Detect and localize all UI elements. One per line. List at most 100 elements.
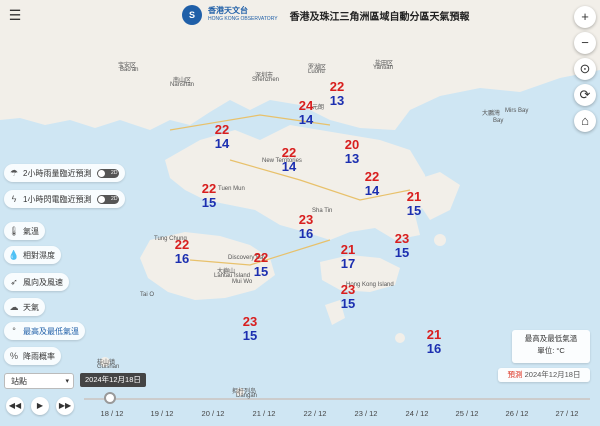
max-temp: 22 bbox=[364, 169, 380, 184]
timeline-tick[interactable]: 25 / 12 bbox=[447, 409, 487, 418]
fast-forward-button[interactable]: ▶▶ bbox=[56, 397, 74, 415]
station-marker[interactable]: 22 14 bbox=[207, 123, 237, 151]
station-marker[interactable]: 22 14 bbox=[274, 146, 304, 174]
sidebar-item-rain-nowcast[interactable]: ☂ 2小時雨量臨近預測 2D bbox=[4, 164, 126, 182]
sidebar-item-temperature[interactable]: 🌡 氣溫 bbox=[4, 222, 45, 240]
max-temp: 21 bbox=[406, 189, 422, 204]
timeline-track[interactable] bbox=[84, 398, 590, 400]
min-temp: 16 bbox=[174, 251, 190, 266]
timeline-tick[interactable]: 26 / 12 bbox=[497, 409, 537, 418]
humidity-icon: 💧 bbox=[8, 249, 20, 260]
zoom-in-button[interactable]: + bbox=[574, 6, 596, 28]
station-marker[interactable]: 21 15 bbox=[399, 190, 429, 218]
sidebar-item-max-min-temp[interactable]: ° 最高及最低氣溫 bbox=[4, 322, 85, 340]
timeline-tick[interactable]: 20 / 12 bbox=[193, 409, 233, 418]
menu-icon[interactable]: ☰ bbox=[6, 6, 24, 24]
timeline-tick[interactable]: 22 / 12 bbox=[295, 409, 335, 418]
title-group: S 香港天文台 HONG KONG OBSERVATORY 香港及珠江三角洲區域… bbox=[182, 5, 470, 25]
max-temp: 21 bbox=[426, 327, 442, 342]
place-label: Shenzhen bbox=[252, 77, 280, 83]
sidebar-item-humidity[interactable]: 💧 相對濕度 bbox=[4, 246, 61, 264]
min-temp: 15 bbox=[253, 264, 269, 279]
unit-legend: 最高及最低氣溫 單位: °C bbox=[512, 330, 590, 363]
station-select-label: 站點 bbox=[11, 377, 27, 386]
place-label: Mui Wo bbox=[232, 279, 253, 285]
place-label: Mirs Bay bbox=[505, 108, 529, 114]
header-bar: ☰ S 香港天文台 HONG KONG OBSERVATORY 香港及珠江三角洲… bbox=[0, 0, 600, 28]
toggle-2d[interactable]: 2D bbox=[97, 194, 120, 204]
lightning-icon: ϟ bbox=[11, 194, 17, 204]
station-marker[interactable]: 24 14 bbox=[291, 99, 321, 127]
max-temp: 22 bbox=[174, 237, 190, 252]
station-select[interactable]: 站點 ▾ bbox=[4, 373, 74, 389]
timeline-tick[interactable]: 23 / 12 bbox=[346, 409, 386, 418]
sidebar-item-label: 降雨概率 bbox=[23, 351, 55, 361]
station-marker[interactable]: 23 16 bbox=[291, 213, 321, 241]
zoom-out-button[interactable]: − bbox=[574, 32, 596, 54]
min-temp: 15 bbox=[340, 296, 356, 311]
min-temp: 16 bbox=[298, 226, 314, 241]
min-temp: 17 bbox=[340, 256, 356, 271]
page-title: 香港及珠江三角洲區域自動分區天氣預報 bbox=[289, 11, 470, 23]
place-label: Yantian bbox=[373, 65, 393, 71]
place-label: Bao'an bbox=[120, 67, 139, 73]
sidebar-item-label: 1小時閃電臨近預測 bbox=[23, 194, 92, 204]
station-marker[interactable]: 22 16 bbox=[167, 238, 197, 266]
timeline-tick[interactable]: 24 / 12 bbox=[397, 409, 437, 418]
station-marker[interactable]: 21 17 bbox=[333, 243, 363, 271]
logo-zh: 香港天文台 bbox=[208, 6, 248, 15]
max-temp: 23 bbox=[298, 212, 314, 227]
rewind-button[interactable]: ◀◀ bbox=[6, 397, 24, 415]
timeline-handle[interactable] bbox=[104, 392, 116, 404]
timeline-tick[interactable]: 21 / 12 bbox=[244, 409, 284, 418]
place-label: Guishan bbox=[97, 364, 120, 370]
timeline-tick[interactable]: 27 / 12 bbox=[547, 409, 587, 418]
chevron-down-icon: ▾ bbox=[65, 378, 69, 385]
max-temp: 22 bbox=[214, 122, 230, 137]
toggle-2d[interactable]: 2D bbox=[97, 168, 120, 178]
wind-icon: ➶ bbox=[10, 276, 18, 287]
max-temp: 23 bbox=[340, 282, 356, 297]
timeline-tick[interactable]: 18 / 12 bbox=[92, 409, 132, 418]
min-temp: 14 bbox=[364, 183, 380, 198]
home-icon[interactable]: ⌂ bbox=[574, 110, 596, 132]
min-temp: 13 bbox=[344, 151, 360, 166]
thermometer-icon: 🌡 bbox=[8, 225, 20, 236]
legend-title: 最高及最低氣溫 bbox=[524, 334, 578, 343]
station-marker[interactable]: 22 14 bbox=[357, 170, 387, 198]
max-temp: 22 bbox=[253, 250, 269, 265]
max-temp: 22 bbox=[201, 181, 217, 196]
place-label: Nanshan bbox=[170, 82, 195, 88]
max-temp: 23 bbox=[242, 314, 258, 329]
sidebar-item-rain-probability[interactable]: % 降雨概率 bbox=[4, 347, 61, 365]
sidebar-item-lightning-nowcast[interactable]: ϟ 1小時閃電臨近預測 2D bbox=[4, 190, 126, 208]
percent-icon: % bbox=[9, 351, 18, 361]
station-marker[interactable]: 22 15 bbox=[194, 182, 224, 210]
locate-icon[interactable]: ⊙ bbox=[574, 58, 596, 80]
logo-text: 香港天文台 HONG KONG OBSERVATORY bbox=[208, 7, 278, 23]
sidebar-item-wind[interactable]: ➶ 風向及風速 bbox=[4, 273, 69, 291]
max-temp: 22 bbox=[281, 145, 297, 160]
station-marker[interactable]: 23 15 bbox=[387, 232, 417, 260]
sidebar-item-label: 最高及最低氣溫 bbox=[23, 326, 79, 336]
sidebar-item-label: 2小時雨量臨近預測 bbox=[23, 168, 92, 178]
max-temp: 20 bbox=[344, 137, 360, 152]
min-temp: 14 bbox=[298, 112, 314, 127]
min-temp: 14 bbox=[214, 136, 230, 151]
refresh-icon[interactable]: ⟳ bbox=[574, 84, 596, 106]
forecast-label: 預測 bbox=[507, 370, 523, 379]
weather-icon: ☁ bbox=[9, 301, 19, 312]
sidebar-item-weather[interactable]: ☁ 天氣 bbox=[4, 298, 45, 316]
place-label: Bay bbox=[493, 118, 504, 124]
observatory-logo: S bbox=[182, 5, 202, 25]
station-marker[interactable]: 23 15 bbox=[333, 283, 363, 311]
current-date-label: 2024年12月18日 bbox=[80, 373, 146, 387]
station-marker[interactable]: 20 13 bbox=[337, 138, 367, 166]
sidebar-item-label: 相對濕度 bbox=[23, 250, 55, 260]
timeline-tick[interactable]: 19 / 12 bbox=[142, 409, 182, 418]
station-marker[interactable]: 23 15 bbox=[235, 315, 265, 343]
station-marker[interactable]: 22 15 bbox=[246, 251, 276, 279]
station-marker[interactable]: 22 13 bbox=[322, 80, 352, 108]
play-button[interactable]: ▶ bbox=[31, 397, 49, 415]
station-marker[interactable]: 21 16 bbox=[419, 328, 449, 356]
